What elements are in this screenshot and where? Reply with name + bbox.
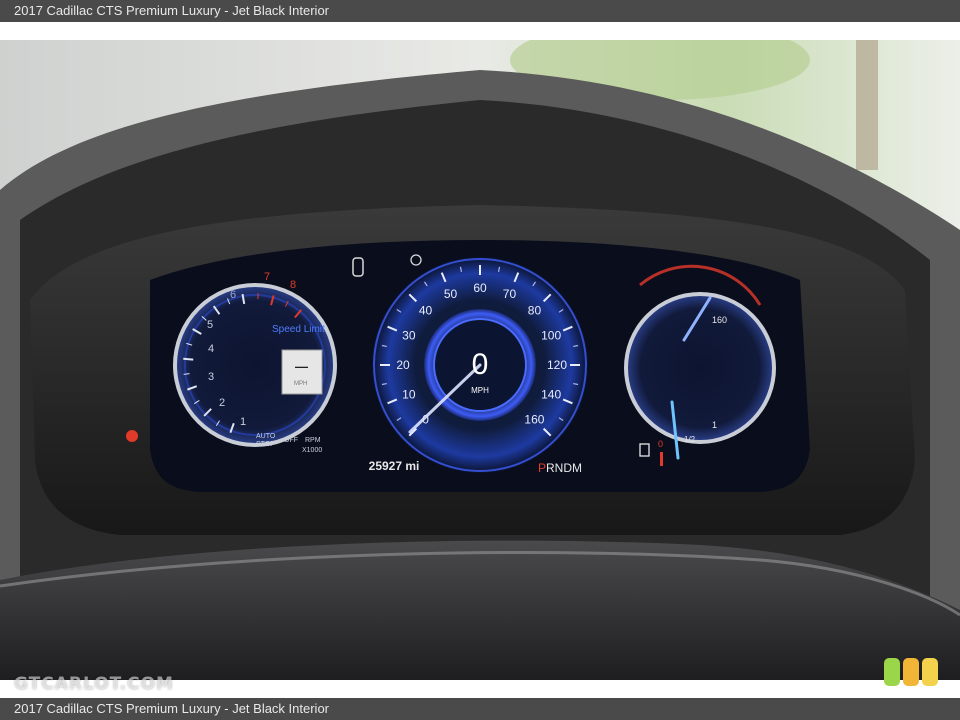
tach-label-5: 5 xyxy=(207,319,213,331)
speedometer-label: 80 xyxy=(528,304,542,318)
speedometer-label: 20 xyxy=(396,358,410,372)
temp-label: 160 xyxy=(712,315,727,325)
speed-limit-title: Speed Limit xyxy=(272,324,325,335)
speedometer-label: 140 xyxy=(541,387,561,401)
tachometer-tick xyxy=(183,357,194,361)
warning-lamp xyxy=(126,430,138,442)
rating-bar-green xyxy=(884,658,900,686)
rating-badge xyxy=(884,658,938,686)
speedometer-label: 100 xyxy=(541,329,561,343)
image-caption-top: 2017 Cadillac CTS Premium Luxury - Jet B… xyxy=(0,0,960,22)
speedometer-unit: MPH xyxy=(471,386,489,395)
speedometer-label: 70 xyxy=(503,287,517,301)
speedometer-digital-speed: 0 xyxy=(472,348,489,381)
odometer: 25927 mi xyxy=(369,459,420,473)
rating-bar-orange xyxy=(903,658,919,686)
rpm-label-line1: RPM xyxy=(305,437,321,444)
speedometer-label: 60 xyxy=(473,281,487,295)
speedometer-label: 40 xyxy=(419,304,433,318)
rpm-label-line2: X1000 xyxy=(302,447,322,454)
fuel-label-0: 0 xyxy=(658,439,663,449)
gtcarlot-watermark: GTCARLOT.COM xyxy=(14,674,174,694)
tach-label-3: 3 xyxy=(208,371,214,383)
speed-limit-unit: MPH xyxy=(294,381,307,387)
tach-label-1: 1 xyxy=(240,416,246,428)
tach-label-6: 6 xyxy=(230,289,236,301)
tree-trunk-blur xyxy=(856,40,878,170)
tach-label-4: 4 xyxy=(208,343,214,355)
tach-label-8: 8 xyxy=(290,279,296,291)
speedometer-label: 160 xyxy=(524,412,544,426)
auto-stop-state: OFF xyxy=(284,437,298,444)
image-caption-bottom: 2017 Cadillac CTS Premium Luxury - Jet B… xyxy=(0,698,960,720)
fuel-label-1: 1 xyxy=(712,420,717,430)
speedometer-label: 30 xyxy=(402,329,416,343)
gear-active: P xyxy=(538,461,546,475)
tach-label-2: 2 xyxy=(219,397,225,409)
auto-stop-line2: STOP xyxy=(256,441,275,448)
fuel-low-bar xyxy=(660,452,663,466)
speedometer: 01020304050 60 7080100120140160 0 MPH xyxy=(372,257,588,473)
speed-limit-value: — xyxy=(295,359,308,374)
speedometer-label: 50 xyxy=(444,287,458,301)
speedometer-label: 120 xyxy=(547,358,567,372)
rating-bar-yellow xyxy=(922,658,938,686)
tach-label-7: 7 xyxy=(264,271,270,283)
dashboard-photo: 8 7 6 5 4 3 2 1 Speed Limit — MPH AUTO S… xyxy=(0,40,960,680)
fuel-label-half: 1/2 xyxy=(684,435,696,444)
gear-indicator: PRNDM xyxy=(538,461,582,475)
speedometer-label: 10 xyxy=(402,387,416,401)
auto-stop-line1: AUTO xyxy=(256,433,276,440)
steering-wheel-rim xyxy=(0,540,960,680)
gear-rest: RNDM xyxy=(546,461,582,475)
